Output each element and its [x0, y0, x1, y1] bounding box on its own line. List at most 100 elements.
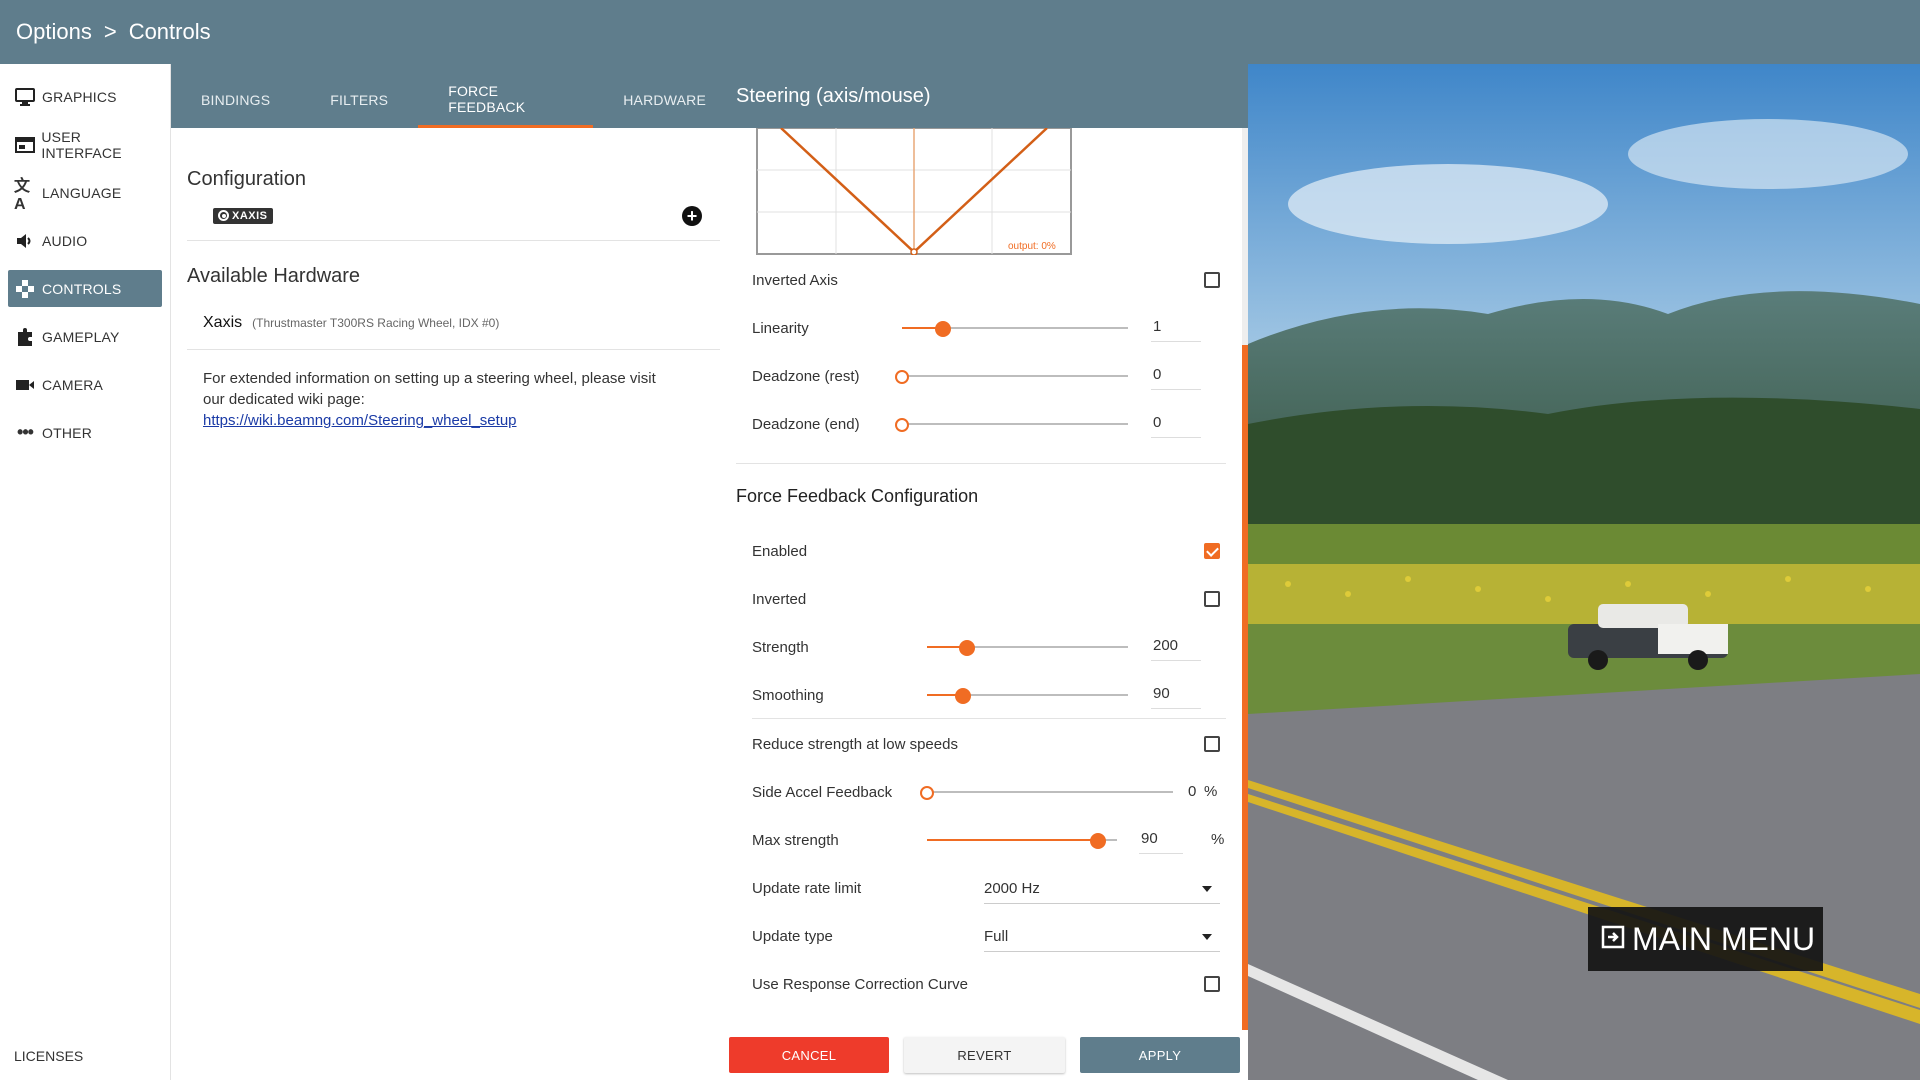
hardware-row[interactable]: Xaxis (Thrustmaster T300RS Racing Wheel,… [187, 296, 720, 350]
side-accel-slider[interactable] [920, 786, 934, 800]
reduce-strength-checkbox[interactable] [1204, 736, 1220, 752]
sidebar-item-user-interface[interactable]: USER INTERFACE [8, 126, 162, 163]
response-curve-row: Use Response Correction Curve [752, 964, 1220, 1004]
sidebar-item-language[interactable]: 文A LANGUAGE [8, 174, 162, 213]
monitor-icon [14, 87, 36, 106]
smoothing-slider[interactable] [955, 688, 972, 704]
radio-icon [218, 210, 229, 221]
wiki-link[interactable]: https://wiki.beamng.com/Steering_wheel_s… [203, 412, 517, 429]
smoothing-row: Smoothing 90 [752, 675, 1220, 715]
deadzone-end-label: Deadzone (end) [752, 415, 860, 433]
sidebar-item-controls[interactable]: CONTROLS [8, 270, 162, 307]
max-strength-unit: % [1211, 831, 1225, 848]
update-rate-row: Update rate limit 2000 Hz [752, 868, 1220, 908]
sidebar-item-label: LANGUAGE [42, 184, 122, 201]
tab-bindings[interactable]: BINDINGS [171, 64, 300, 128]
side-accel-track [927, 791, 1173, 793]
cancel-button[interactable]: CANCEL [729, 1037, 889, 1073]
video-camera-icon [14, 376, 36, 394]
breadcrumb-options[interactable]: Options [16, 19, 92, 45]
sidebar-item-label: CONTROLS [42, 280, 122, 297]
max-strength-slider[interactable] [1090, 833, 1106, 849]
window-icon [14, 136, 35, 154]
puzzle-icon [14, 327, 36, 346]
sidebar-item-gameplay[interactable]: GAMEPLAY [8, 318, 162, 355]
sidebar-item-camera[interactable]: CAMERA [8, 366, 162, 403]
side-accel-value: 0 [1188, 783, 1197, 800]
configuration-title: Configuration [187, 168, 306, 190]
smoothing-label: Smoothing [752, 686, 824, 704]
update-type-select[interactable]: Full [984, 922, 1220, 952]
side-accel-unit: % [1204, 783, 1218, 800]
deadzone-rest-slider[interactable] [895, 370, 909, 384]
inverted-row: Inverted [752, 579, 1220, 619]
strength-row: Strength 200 [752, 627, 1220, 667]
enabled-checkbox[interactable] [1204, 543, 1220, 559]
xaxis-chip[interactable]: XAXIS [213, 207, 273, 224]
update-rate-value: 2000 Hz [984, 880, 1040, 897]
revert-button[interactable]: REVERT [904, 1037, 1065, 1073]
breadcrumb: Options > Controls [0, 0, 1920, 64]
deadzone-end-input[interactable]: 0 [1151, 408, 1201, 438]
enabled-label: Enabled [752, 542, 808, 560]
available-hardware-title: Available Hardware [187, 265, 361, 287]
sidebar-item-label: AUDIO [42, 232, 88, 249]
divider [736, 463, 1226, 464]
tab-bar: BINDINGS FILTERS FORCE FEEDBACK HARDWARE [171, 64, 736, 128]
right-panel-header: Steering (axis/mouse) [736, 64, 1248, 128]
licenses-link[interactable]: LICENSES [14, 1048, 83, 1064]
left-panel: Configuration XAXIS + Available Hardware… [171, 128, 736, 1080]
sidebar-item-label: GAMEPLAY [42, 328, 120, 345]
update-type-value: Full [984, 928, 1009, 945]
breadcrumb-separator: > [103, 19, 117, 44]
reduce-strength-row: Reduce strength at low speeds [752, 724, 1220, 764]
chevron-down-icon [1202, 886, 1212, 892]
smoothing-input[interactable]: 90 [1151, 679, 1201, 709]
tab-force-feedback[interactable]: FORCE FEEDBACK [418, 64, 594, 128]
max-strength-input[interactable]: 90 [1139, 824, 1183, 854]
main-menu-button[interactable]: MAIN MENU [1588, 907, 1823, 971]
info-block: For extended information on setting up a… [187, 350, 687, 449]
breadcrumb-controls: Controls [128, 19, 211, 44]
strength-input[interactable]: 200 [1151, 631, 1201, 661]
response-curve-checkbox[interactable] [1204, 976, 1220, 992]
exit-icon [1600, 921, 1626, 958]
inverted-axis-checkbox[interactable] [1204, 272, 1220, 288]
update-rate-label: Update rate limit [752, 879, 862, 897]
inverted-checkbox[interactable] [1204, 591, 1220, 607]
deadzone-rest-input[interactable]: 0 [1151, 360, 1201, 390]
translate-icon: 文A [14, 177, 31, 213]
right-panel: output: 0% Inverted Axis Linearity 1 Dea… [736, 128, 1248, 1080]
deadzone-rest-label: Deadzone (rest) [752, 367, 860, 385]
steering-title: Steering (axis/mouse) [736, 84, 931, 107]
inverted-label: Inverted [752, 590, 807, 608]
deadzone-end-slider[interactable] [895, 418, 909, 432]
hardware-desc: (Thrustmaster T300RS Racing Wheel, IDX #… [252, 315, 500, 330]
info-text: For extended information on setting up a… [203, 370, 656, 408]
update-rate-select[interactable]: 2000 Hz [984, 874, 1220, 904]
hardware-name: Xaxis [203, 313, 243, 331]
sidebar-item-label: CAMERA [42, 376, 104, 393]
add-config-icon[interactable]: + [682, 205, 702, 226]
inverted-axis-label: Inverted Axis [752, 271, 838, 289]
linearity-input[interactable]: 1 [1151, 312, 1201, 342]
sidebar-item-audio[interactable]: AUDIO [8, 222, 162, 259]
linearity-slider[interactable] [934, 321, 951, 337]
deadzone-rest-track [902, 375, 1128, 377]
max-strength-label: Max strength [752, 831, 839, 849]
config-row: XAXIS + [187, 191, 720, 241]
enabled-row: Enabled [752, 531, 1220, 571]
sidebar-item-graphics[interactable]: GRAPHICS [8, 78, 162, 115]
apply-button[interactable]: APPLY [1080, 1037, 1240, 1073]
side-accel-label: Side Accel Feedback [752, 783, 893, 801]
divider [752, 718, 1226, 719]
sidebar: GRAPHICS USER INTERFACE 文A LANGUAGE AUDI… [0, 64, 171, 1080]
deadzone-end-track [902, 423, 1128, 425]
strength-label: Strength [752, 638, 809, 656]
tab-hardware[interactable]: HARDWARE [593, 64, 736, 128]
strength-slider[interactable] [959, 640, 976, 656]
chevron-down-icon [1202, 934, 1212, 940]
sidebar-item-other[interactable]: ••• OTHER [8, 414, 162, 451]
tab-filters[interactable]: FILTERS [300, 64, 418, 128]
deadzone-end-row: Deadzone (end) 0 [752, 404, 1220, 444]
